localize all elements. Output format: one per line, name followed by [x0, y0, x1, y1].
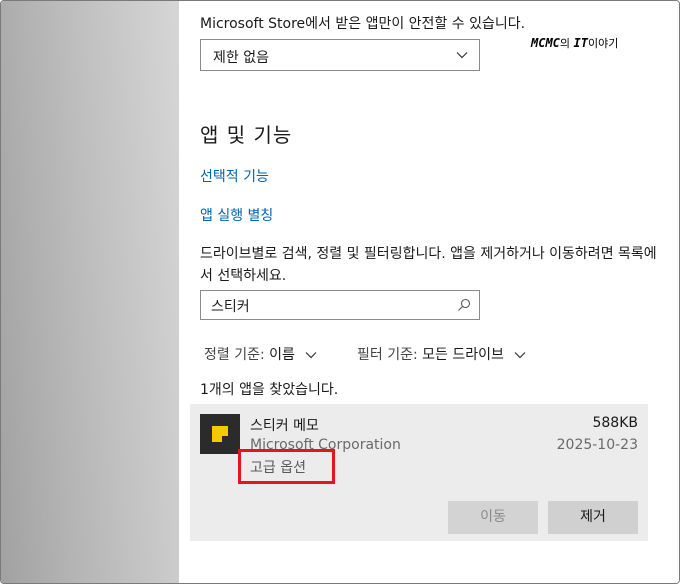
app-source-select-value: 제한 없음	[213, 50, 269, 66]
sort-value: 이름	[269, 347, 295, 363]
chevron-down-icon	[456, 52, 468, 59]
filter-value: 모든 드라이브	[422, 347, 504, 363]
search-value: 스티커	[211, 299, 250, 315]
app-name: 스티커 메모	[250, 418, 319, 434]
remove-button[interactable]: 제거	[548, 501, 638, 534]
app-size: 588KB	[592, 415, 638, 431]
app-aliases-link[interactable]: 앱 실행 별칭	[200, 205, 273, 225]
results-count: 1개의 앱을 찾았습니다.	[200, 382, 339, 398]
chevron-down-icon	[514, 352, 526, 359]
app-search-input[interactable]: 스티커	[200, 290, 480, 320]
sort-label: 정렬 기준:	[204, 347, 265, 363]
store-source-text: Microsoft Store에서 받은 앱만이 안전할 수 있습니다.	[200, 16, 526, 32]
window-frame: Microsoft Store에서 받은 앱만이 안전할 수 있습니다. 제한 …	[0, 0, 680, 584]
search-icon	[458, 298, 471, 311]
app-source-select[interactable]: 제한 없음	[200, 39, 480, 71]
app-list-item[interactable]: 스티커 메모 Microsoft Corporation 고급 옵션 588KB…	[190, 404, 648, 541]
sticky-notes-icon	[200, 414, 240, 454]
app-install-date: 2025-10-23	[556, 437, 638, 453]
left-pane	[1, 1, 179, 583]
highlight-box	[238, 449, 335, 484]
chevron-down-icon	[305, 352, 317, 359]
move-button[interactable]: 이동	[448, 501, 538, 534]
search-description: 드라이브별로 검색, 정렬 및 필터링합니다. 앱을 제거하거나 이동하려면 목…	[200, 246, 657, 284]
filter-dropdown[interactable]: 필터 기준: 모든 드라이브	[357, 344, 526, 364]
section-title: 앱 및 기능	[200, 123, 293, 147]
filter-label: 필터 기준:	[357, 347, 418, 363]
sort-dropdown[interactable]: 정렬 기준: 이름	[204, 344, 317, 364]
optional-features-link[interactable]: 선택적 기능	[200, 166, 269, 186]
watermark: MCMC의 IT이야기	[531, 36, 619, 50]
